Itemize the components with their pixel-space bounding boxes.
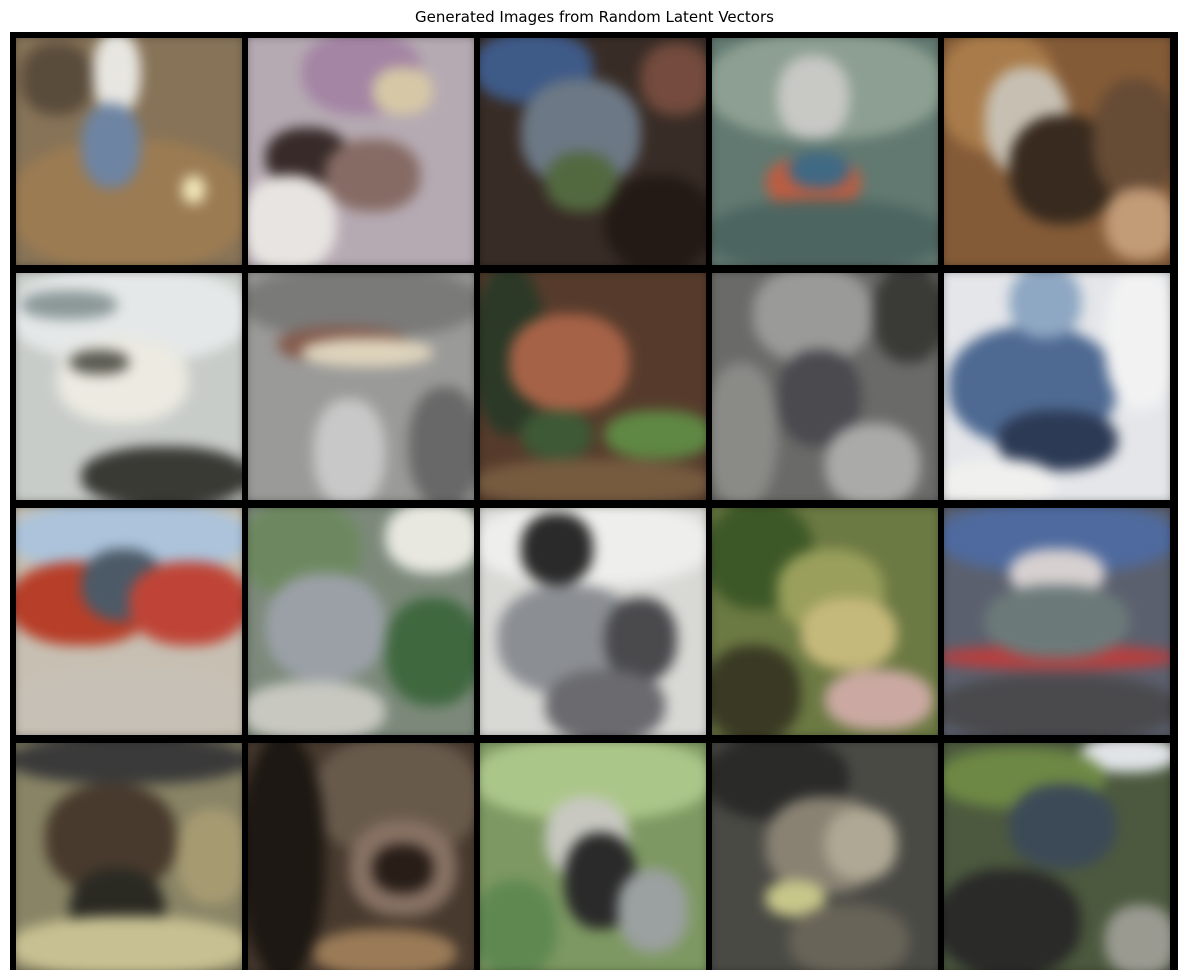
generated-image-1 [16,38,242,265]
generated-image-20 [944,743,1170,970]
figure: Generated Images from Random Latent Vect… [0,0,1189,979]
generated-image-14 [712,508,938,735]
generated-image-13 [480,508,706,735]
generated-image-6 [16,273,242,500]
generated-image-5 [944,38,1170,265]
generated-image-11 [16,508,242,735]
generated-image-2 [248,38,474,265]
image-grid [10,32,1178,970]
generated-image-17 [248,743,474,970]
generated-image-4 [712,38,938,265]
generated-image-7 [248,273,474,500]
figure-title: Generated Images from Random Latent Vect… [415,8,774,26]
generated-image-8 [480,273,706,500]
generated-image-3 [480,38,706,265]
generated-image-18 [480,743,706,970]
generated-image-12 [248,508,474,735]
generated-image-16 [16,743,242,970]
generated-image-9 [712,273,938,500]
generated-image-10 [944,273,1170,500]
generated-image-15 [944,508,1170,735]
generated-image-19 [712,743,938,970]
